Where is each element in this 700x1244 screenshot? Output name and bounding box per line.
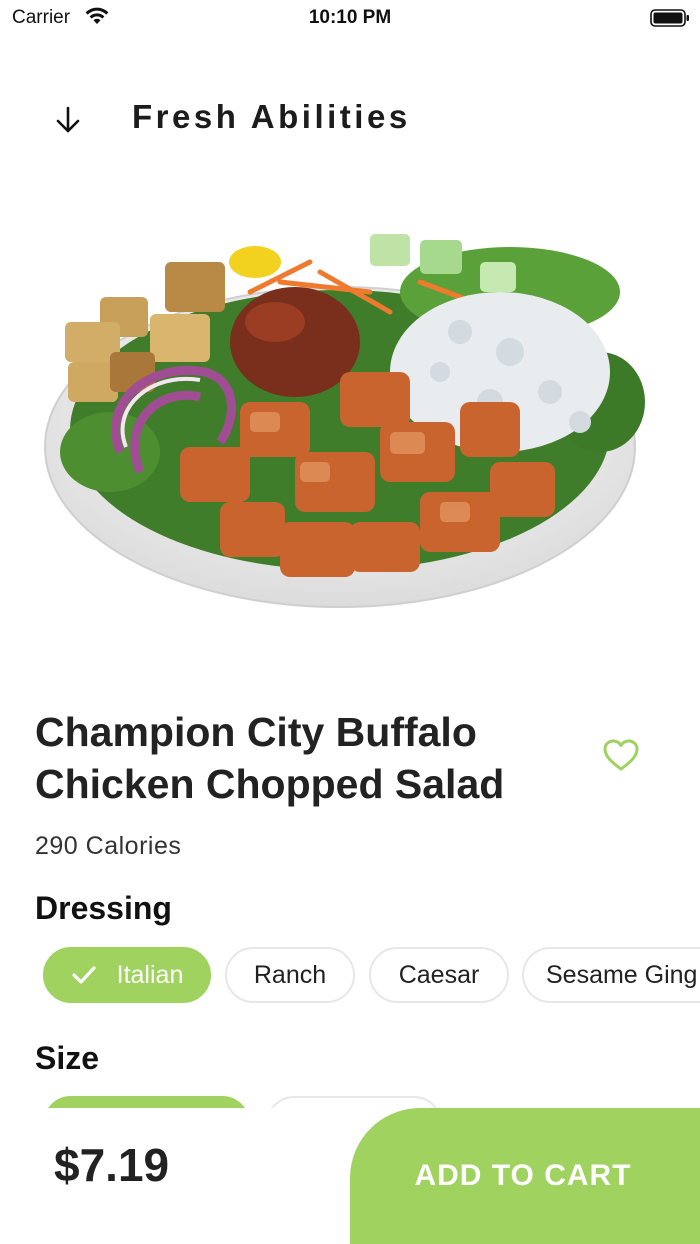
checkout-bar: $7.19 ADD TO CART	[0, 1108, 700, 1244]
add-to-cart-button[interactable]: ADD TO CART	[350, 1108, 700, 1244]
arrow-down-icon	[56, 106, 80, 133]
size-heading: Size	[35, 1040, 100, 1076]
dressing-option-ranch[interactable]: Ranch	[225, 947, 355, 1003]
dressing-options: Italian Ranch Caesar Sesame Ging	[43, 947, 700, 1005]
back-button[interactable]	[48, 100, 88, 140]
header: Fresh Abilities	[0, 90, 700, 146]
dressing-heading: Dressing	[35, 890, 172, 926]
check-icon	[72, 966, 96, 984]
battery-icon	[650, 9, 689, 27]
heart-outline-icon	[603, 739, 639, 771]
favorite-button[interactable]	[600, 736, 642, 774]
product-name: Champion City Buffalo Chicken Chopped Sa…	[35, 709, 505, 807]
page-title: Fresh Abilities	[132, 98, 411, 135]
price-label: $7.19	[54, 1139, 170, 1191]
dressing-option-label: Sesame Ging	[546, 960, 698, 989]
status-time: 10:10 PM	[308, 7, 392, 28]
status-bar: Carrier 10:10 PM	[0, 0, 700, 36]
dressing-option-label: Ranch	[253, 960, 327, 989]
salad-bowl-photo	[44, 234, 645, 608]
dressing-option-caesar[interactable]: Caesar	[369, 947, 509, 1003]
dressing-option-label: Caesar	[398, 960, 480, 989]
add-to-cart-label: ADD TO CART	[414, 1159, 632, 1192]
calories-label: 290 Calories	[35, 832, 182, 860]
dressing-option-label: Italian	[116, 960, 184, 989]
dressing-option-sesame-ginger[interactable]: Sesame Ging	[522, 947, 700, 1003]
dressing-option-italian[interactable]: Italian	[43, 947, 211, 1003]
